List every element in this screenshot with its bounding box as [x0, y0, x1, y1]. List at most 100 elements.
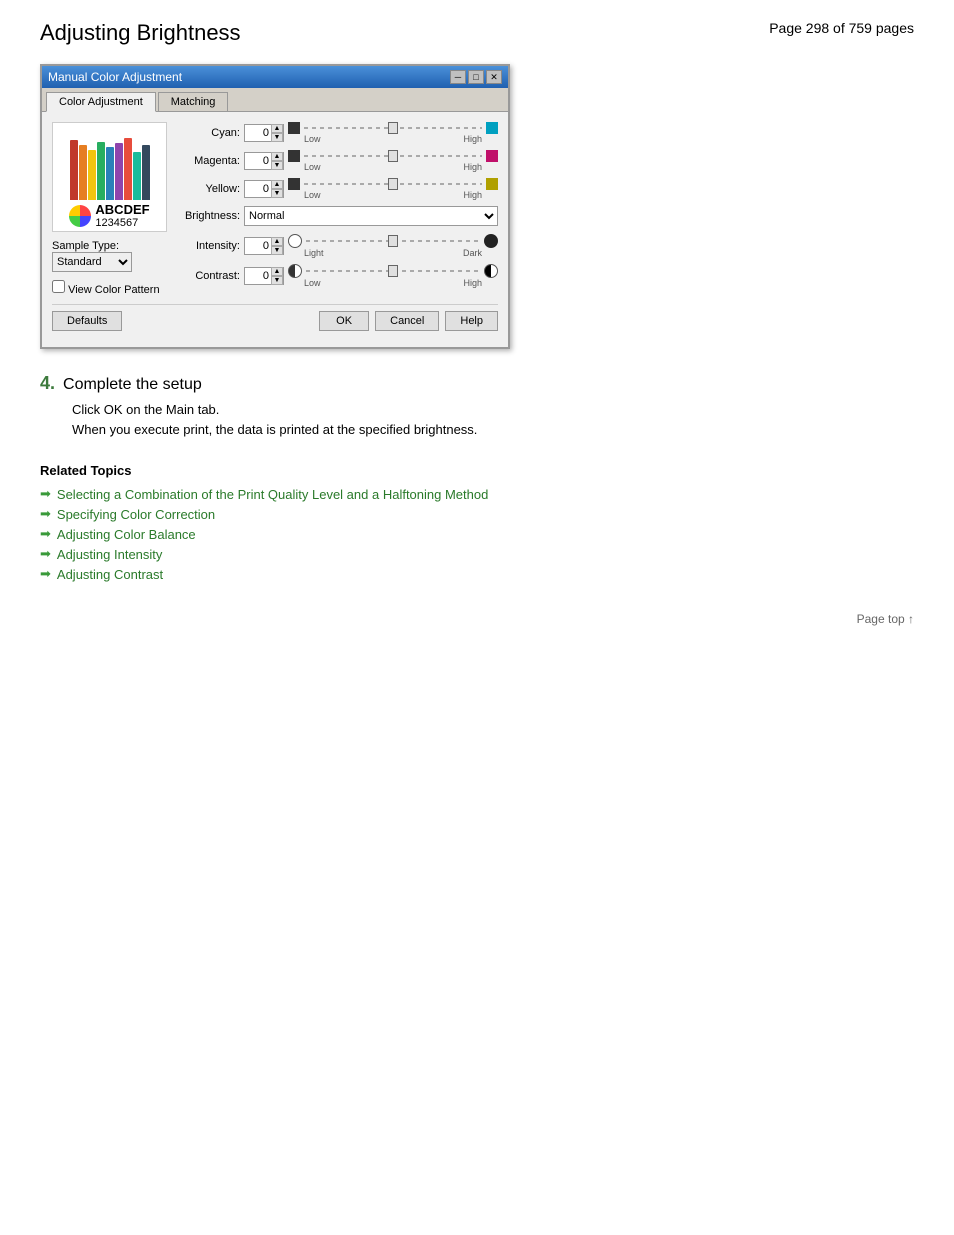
page-top[interactable]: Page top ↑	[40, 612, 914, 626]
arrow-icon-3: ➡	[40, 546, 51, 562]
intensity-down-btn[interactable]: ▼	[271, 246, 283, 255]
magenta-slider-area: Low High	[288, 150, 498, 172]
magenta-up-btn[interactable]: ▲	[271, 152, 283, 161]
cyan-slider-thumb[interactable]	[388, 122, 398, 134]
related-link-1[interactable]: ➡ Specifying Color Correction	[40, 506, 914, 522]
magenta-input[interactable]	[245, 155, 271, 167]
help-button[interactable]: Help	[445, 311, 498, 331]
view-color-pattern-checkbox[interactable]	[52, 280, 65, 293]
yellow-slider-line[interactable]	[304, 183, 482, 185]
brightness-row: Brightness: Normal Brightest Brighter Da…	[182, 206, 498, 226]
yellow-down-btn[interactable]: ▼	[271, 189, 283, 198]
yellow-low-label: Low	[304, 190, 321, 200]
dialog-main-area: ABCDEF 1234567 Sample Type: Standard	[52, 122, 498, 296]
minimize-button[interactable]: ─	[450, 70, 466, 84]
intensity-slider-labels: Light Dark	[288, 248, 498, 258]
pencil-dark	[142, 145, 150, 200]
magenta-slider-line[interactable]	[304, 155, 482, 157]
magenta-down-btn[interactable]: ▼	[271, 161, 283, 170]
related-link-label-1: Specifying Color Correction	[57, 507, 215, 522]
contrast-slider-labels: Low High	[288, 278, 498, 288]
arrow-icon-2: ➡	[40, 526, 51, 542]
yellow-slider-thumb[interactable]	[388, 178, 398, 190]
cyan-left-color	[288, 122, 300, 134]
intensity-input[interactable]	[245, 240, 271, 252]
cyan-down-btn[interactable]: ▼	[271, 133, 283, 142]
related-link-3[interactable]: ➡ Adjusting Intensity	[40, 546, 914, 562]
intensity-label: Intensity:	[182, 240, 240, 252]
pencil-red	[70, 140, 78, 200]
step4-body: Click OK on the Main tab. When you execu…	[72, 400, 914, 439]
ok-button[interactable]: OK	[319, 311, 369, 331]
related-link-label-0: Selecting a Combination of the Print Qua…	[57, 487, 488, 502]
page-top-label[interactable]: Page top ↑	[857, 612, 914, 626]
yellow-slider-labels: Low High	[288, 190, 498, 200]
related-link-2[interactable]: ➡ Adjusting Color Balance	[40, 526, 914, 542]
magenta-label: Magenta:	[182, 155, 240, 167]
yellow-left-color	[288, 178, 300, 190]
dialog-window: Manual Color Adjustment ─ □ ✕ Color Adju…	[40, 64, 510, 349]
arrow-icon-0: ➡	[40, 486, 51, 502]
intensity-slider-thumb[interactable]	[388, 235, 398, 247]
magenta-slider-track	[288, 150, 498, 162]
dialog-container: Manual Color Adjustment ─ □ ✕ Color Adju…	[40, 64, 914, 349]
intensity-control-row: Intensity: ▲ ▼	[182, 234, 498, 258]
contrast-slider-line[interactable]	[306, 270, 480, 272]
intensity-left-icon	[288, 234, 302, 248]
magenta-slider-labels: Low High	[288, 162, 498, 172]
step4-container: 4. Complete the setup Click OK on the Ma…	[40, 373, 914, 439]
cyan-slider-line[interactable]	[304, 127, 482, 129]
close-button[interactable]: ✕	[486, 70, 502, 84]
view-color-pattern-label[interactable]: View Color Pattern	[52, 284, 160, 296]
magenta-slider-thumb[interactable]	[388, 150, 398, 162]
dialog-tabs: Color Adjustment Matching	[42, 88, 508, 112]
yellow-control-row: Yellow: ▲ ▼	[182, 178, 498, 200]
contrast-label: Contrast:	[182, 270, 240, 282]
cyan-slider-track	[288, 122, 498, 134]
cyan-input[interactable]	[245, 127, 271, 139]
intensity-up-btn[interactable]: ▲	[271, 237, 283, 246]
intensity-high-label: Dark	[463, 248, 482, 258]
tab-color-adjustment[interactable]: Color Adjustment	[46, 92, 156, 112]
contrast-up-btn[interactable]: ▲	[271, 267, 283, 276]
yellow-input[interactable]	[245, 183, 271, 195]
contrast-slider-thumb[interactable]	[388, 265, 398, 277]
sample-type-select[interactable]: Standard	[52, 252, 132, 272]
contrast-spinner-btns: ▲ ▼	[271, 267, 283, 285]
cyan-slider-area: Low High	[288, 122, 498, 144]
step4-instruction1: Click OK on the Main tab.	[72, 400, 914, 420]
cyan-label: Cyan:	[182, 127, 240, 139]
intensity-spinner[interactable]: ▲ ▼	[244, 237, 284, 255]
yellow-spinner[interactable]: ▲ ▼	[244, 180, 284, 198]
pencil-orange	[79, 145, 87, 200]
yellow-slider-track	[288, 178, 498, 190]
defaults-button[interactable]: Defaults	[52, 311, 122, 331]
brightness-select[interactable]: Normal Brightest Brighter Darker Darkest	[244, 206, 498, 226]
contrast-spinner[interactable]: ▲ ▼	[244, 267, 284, 285]
related-link-label-2: Adjusting Color Balance	[57, 527, 196, 542]
arrow-icon-1: ➡	[40, 506, 51, 522]
related-link-4[interactable]: ➡ Adjusting Contrast	[40, 566, 914, 582]
related-link-0[interactable]: ➡ Selecting a Combination of the Print Q…	[40, 486, 914, 502]
related-link-label-4: Adjusting Contrast	[57, 567, 163, 582]
step4-header: 4. Complete the setup	[40, 373, 914, 394]
contrast-down-btn[interactable]: ▼	[271, 276, 283, 285]
cyan-spinner[interactable]: ▲ ▼	[244, 124, 284, 142]
tab-matching[interactable]: Matching	[158, 92, 229, 111]
yellow-slider-area: Low High	[288, 178, 498, 200]
view-color-pattern-area: View Color Pattern	[52, 280, 172, 296]
magenta-spinner[interactable]: ▲ ▼	[244, 152, 284, 170]
contrast-left-icon	[288, 264, 302, 278]
restore-button[interactable]: □	[468, 70, 484, 84]
titlebar-buttons: ─ □ ✕	[450, 70, 502, 84]
contrast-input[interactable]	[245, 270, 271, 282]
contrast-slider-track	[288, 264, 498, 278]
yellow-up-btn[interactable]: ▲	[271, 180, 283, 189]
pencil-yellow	[88, 150, 96, 200]
magenta-left-color	[288, 150, 300, 162]
magenta-low-label: Low	[304, 162, 321, 172]
cyan-up-btn[interactable]: ▲	[271, 124, 283, 133]
intensity-slider-line[interactable]	[306, 240, 480, 242]
cancel-button[interactable]: Cancel	[375, 311, 439, 331]
step4-number: 4.	[40, 373, 55, 394]
